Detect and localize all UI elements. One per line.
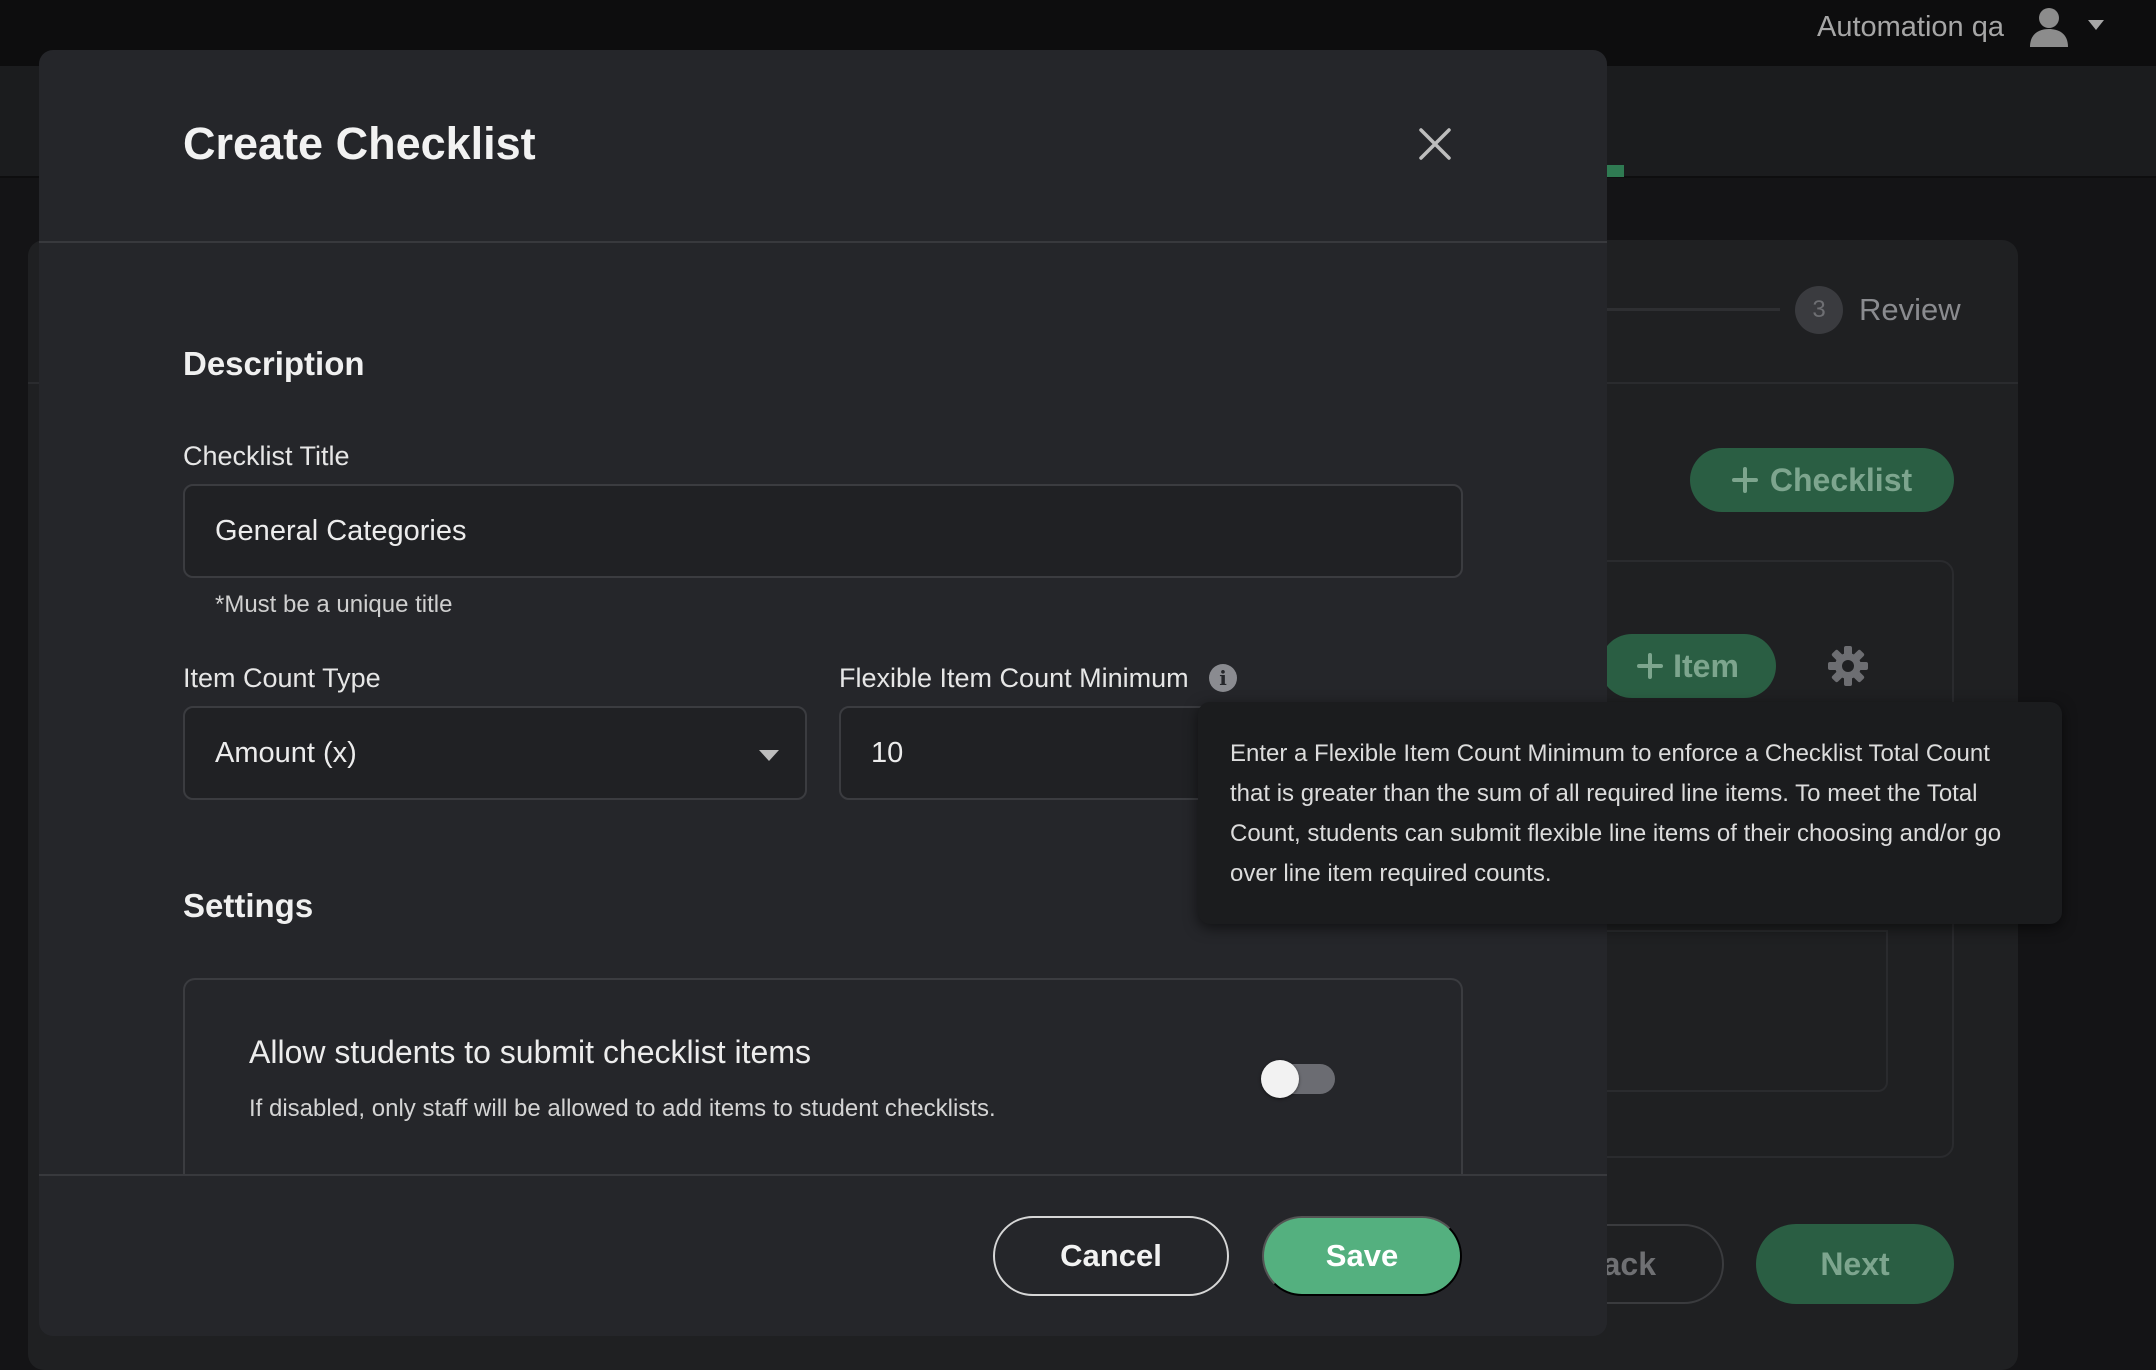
add-checklist-label: Checklist [1769, 461, 1913, 498]
item-count-type-value: Amount (x) [215, 736, 357, 769]
checklist-title-hint: *Must be a unique title [215, 591, 453, 618]
modal-title: Create Checklist [183, 118, 536, 169]
description-heading: Description [183, 345, 365, 382]
allow-students-toggle[interactable] [1261, 1060, 1335, 1098]
stepper-connector [1600, 308, 1780, 311]
flexible-min-value: 10 [871, 736, 904, 769]
allow-students-setting-card: Allow students to submit checklist items… [183, 978, 1463, 1198]
gear-icon[interactable] [1826, 644, 1870, 688]
plus-icon [1731, 467, 1758, 493]
create-checklist-modal: Create Checklist Description Checklist T… [39, 50, 1607, 1336]
add-item-label: Item [1673, 647, 1739, 684]
close-icon[interactable] [1415, 124, 1455, 164]
modal-header: Create Checklist [39, 50, 1607, 243]
cancel-button[interactable]: Cancel [993, 1216, 1229, 1296]
checklist-title-value: General Categories [215, 514, 467, 547]
item-count-type-label: Item Count Type [183, 663, 381, 693]
info-icon[interactable]: i [1209, 664, 1237, 692]
item-count-type-select[interactable]: Amount (x) [183, 706, 807, 800]
checklist-item-row [1570, 930, 1888, 1092]
flexible-min-label: Flexible Item Count Minimum [839, 663, 1189, 693]
settings-heading: Settings [183, 887, 314, 924]
step-number-badge: 3 [1795, 286, 1843, 334]
user-name[interactable]: Automation qa [1817, 10, 2004, 44]
modal-footer: Cancel Save [39, 1174, 1607, 1336]
chevron-down-icon[interactable] [2088, 20, 2104, 30]
step-label-review: Review [1859, 292, 1961, 327]
flexible-min-tooltip: Enter a Flexible Item Count Minimum to e… [1198, 702, 2062, 924]
toggle-knob [1261, 1060, 1299, 1098]
checklist-title-input[interactable]: General Categories [183, 484, 1463, 578]
checklist-title-label: Checklist Title [183, 441, 350, 471]
plus-icon [1637, 653, 1664, 679]
add-checklist-button[interactable]: Checklist [1690, 448, 1954, 512]
allow-students-description: If disabled, only staff will be allowed … [249, 1095, 996, 1122]
add-item-button[interactable]: Item [1600, 634, 1776, 698]
next-button[interactable]: Next [1756, 1224, 1954, 1304]
user-avatar-icon[interactable] [2028, 5, 2070, 47]
allow-students-title: Allow students to submit checklist items [249, 1034, 811, 1070]
save-button[interactable]: Save [1262, 1216, 1462, 1296]
chevron-down-icon [759, 750, 779, 761]
